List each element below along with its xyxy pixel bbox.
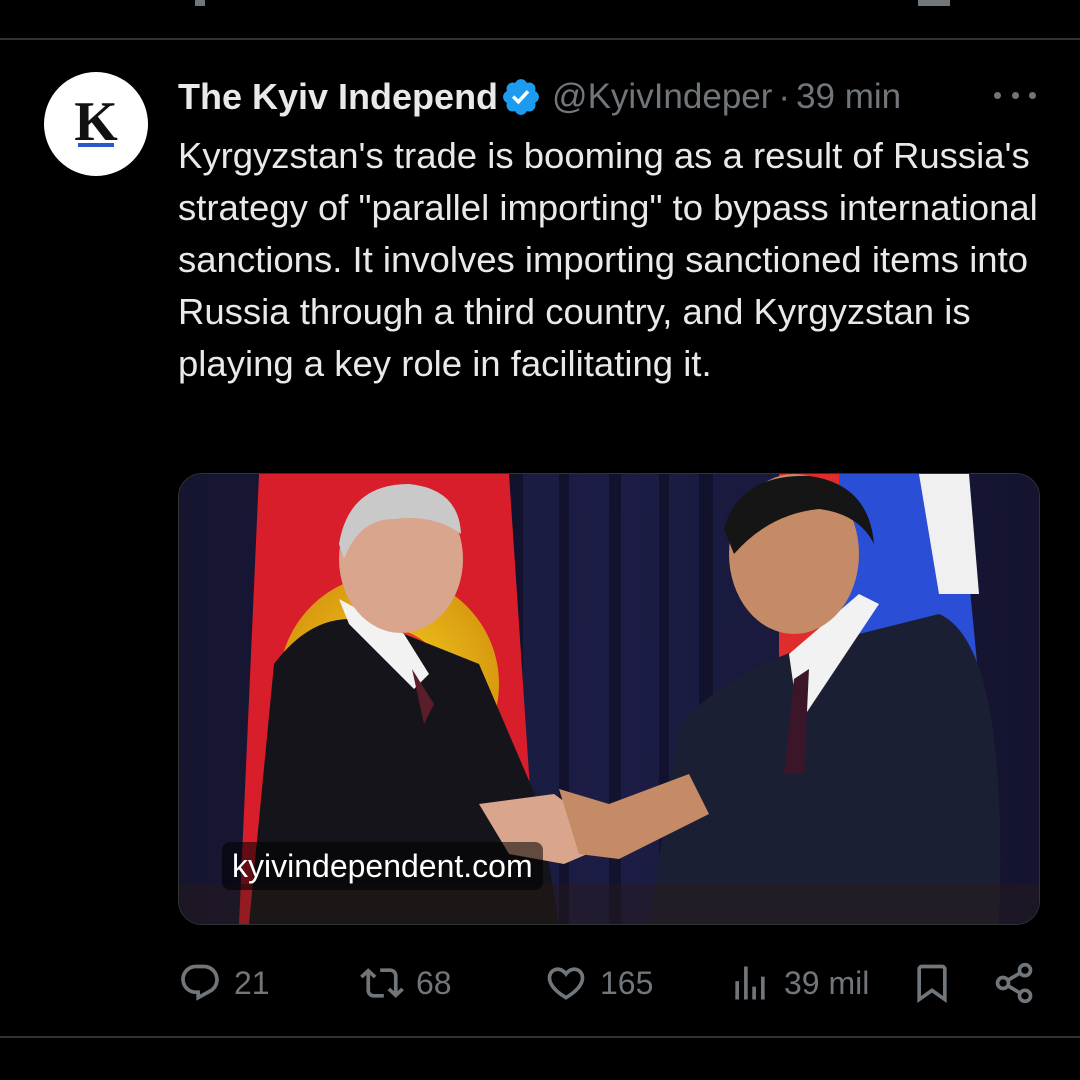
verified-badge-icon[interactable] xyxy=(500,76,542,118)
repost-button[interactable]: 68 xyxy=(360,955,452,1011)
avatar-logo-bar xyxy=(78,143,114,147)
reply-count: 21 xyxy=(234,964,270,1001)
repost-icon xyxy=(360,968,404,998)
more-dot xyxy=(1029,91,1036,99)
previous-tweet-fragment xyxy=(918,0,950,6)
top-divider xyxy=(0,38,1080,40)
avatar[interactable]: K xyxy=(44,72,148,176)
like-button[interactable]: 165 xyxy=(544,955,653,1011)
reply-button[interactable]: 21 xyxy=(178,955,270,1011)
views-count: 39 mil xyxy=(784,964,870,1001)
share-button[interactable] xyxy=(992,955,1036,1011)
views-button[interactable]: 39 mil xyxy=(728,955,869,1011)
more-dot xyxy=(994,91,1001,99)
author-name[interactable]: The Kyiv Independ xyxy=(178,76,498,118)
like-count: 165 xyxy=(600,964,654,1001)
bookmark-button[interactable] xyxy=(910,955,954,1011)
tweet-actions: 21 68 165 39 mil xyxy=(178,955,1038,1011)
more-dot xyxy=(1011,91,1019,99)
bottom-divider xyxy=(0,1036,1080,1038)
author-handle[interactable]: @KyivIndeper xyxy=(552,77,772,117)
media-domain-label: kyivindependent.com xyxy=(222,842,543,890)
tweet-timestamp[interactable]: 39 min xyxy=(796,77,901,117)
header-separator: · xyxy=(778,77,791,116)
reply-icon xyxy=(181,964,219,1001)
like-icon xyxy=(547,967,585,1000)
tweet-text: Kyrgyzstan's trade is booming as a resul… xyxy=(178,135,1038,384)
bookmark-icon xyxy=(917,964,947,1004)
views-icon xyxy=(735,966,765,1000)
repost-count: 68 xyxy=(416,964,452,1001)
tweet-header: The Kyiv Independ @KyivIndeper · 39 min xyxy=(178,74,1038,120)
share-icon xyxy=(995,962,1033,1004)
previous-tweet-fragment xyxy=(195,0,205,6)
more-icon[interactable] xyxy=(994,80,1036,110)
